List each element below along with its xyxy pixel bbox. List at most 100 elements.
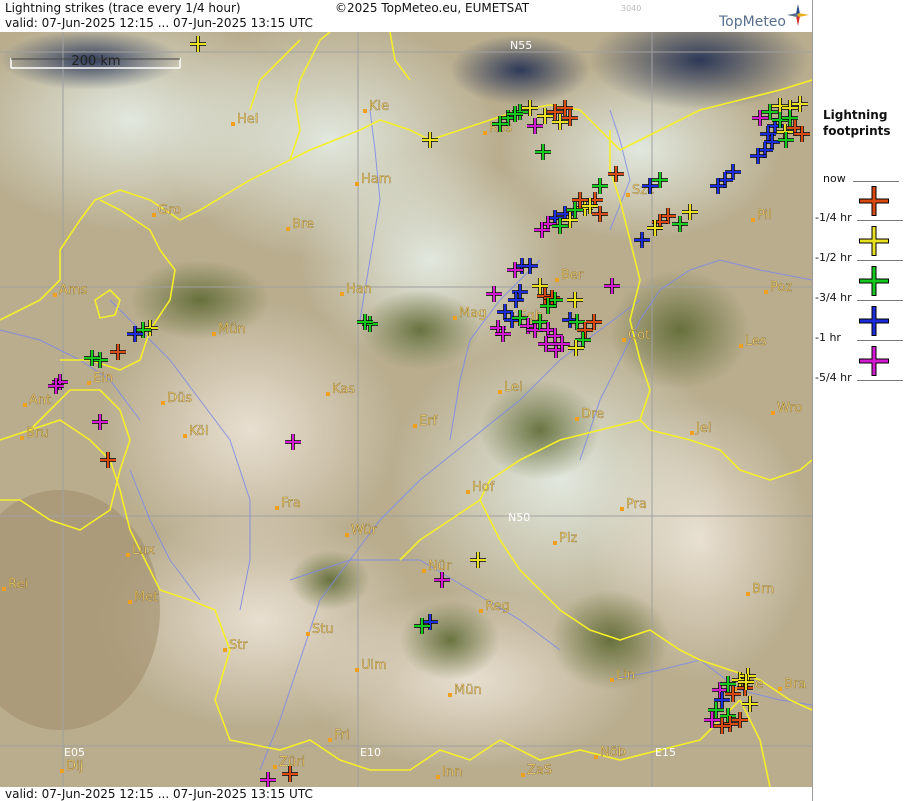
city-label: Nöb xyxy=(600,745,626,760)
city-label: Düs xyxy=(167,391,192,406)
satellite-map[interactable]: 200 km N55N50E05E10E15 HelKieRosHamSzcGr… xyxy=(0,32,812,787)
city-dot xyxy=(128,600,132,604)
city-label: Lux xyxy=(132,543,155,558)
city-label: Ber xyxy=(561,268,584,283)
city-label: Dre xyxy=(581,407,604,422)
city-dot xyxy=(764,290,768,294)
legend-label: -1/2 hr xyxy=(815,251,852,264)
city-label: Cot xyxy=(628,328,650,343)
brand-logo: TopMeteo xyxy=(719,14,786,30)
city-label: Mün xyxy=(454,683,482,698)
city-label: Reg xyxy=(485,599,510,614)
city-dot xyxy=(355,182,359,186)
satellite-background xyxy=(0,32,812,787)
legend-swatch-icon xyxy=(859,186,889,216)
copyright: ©2025 TopMeteo.eu, EUMETSAT xyxy=(335,1,530,15)
header: Lightning strikes (trace every 1/4 hour)… xyxy=(0,0,812,32)
legend-swatch-icon xyxy=(859,226,889,256)
map-title: Lightning strikes (trace every 1/4 hour) xyxy=(5,1,241,15)
legend-title: Lightning footprints xyxy=(823,107,903,139)
city-label: Fra xyxy=(281,496,301,511)
city-label: Ams xyxy=(59,283,88,298)
city-dot xyxy=(622,338,626,342)
grid-label: E05 xyxy=(64,746,85,759)
city-dot xyxy=(183,434,187,438)
product-code: 3040 xyxy=(621,4,642,13)
legend-divider xyxy=(857,220,903,221)
city-label: Ulm xyxy=(361,658,387,673)
city-label: Ein xyxy=(93,371,113,386)
city-dot xyxy=(212,332,216,336)
legend-divider xyxy=(857,380,903,381)
city-label: Nür xyxy=(428,559,452,574)
city-dot xyxy=(161,401,165,405)
city-dot xyxy=(126,553,130,557)
grid-label: N50 xyxy=(508,511,530,524)
city-dot xyxy=(575,417,579,421)
city-label: Met xyxy=(134,590,158,605)
city-label: Ham xyxy=(361,172,391,187)
legend-label: -3/4 hr xyxy=(815,291,852,304)
legend-divider xyxy=(853,181,899,182)
city-dot xyxy=(479,609,483,613)
city-dot xyxy=(223,648,227,652)
city-dot xyxy=(152,213,156,217)
legend-label: -1 hr xyxy=(815,331,841,344)
footer: valid: 07-Jun-2025 12:15 ... 07-Jun-2025… xyxy=(0,787,812,801)
city-dot xyxy=(498,390,502,394)
city-label: Poz xyxy=(770,280,792,295)
city-dot xyxy=(746,592,750,596)
city-dot xyxy=(328,738,332,742)
city-label: Brn xyxy=(752,582,774,597)
city-dot xyxy=(53,293,57,297)
city-label: Züri xyxy=(279,755,305,770)
legend-title-line2: footprints xyxy=(823,124,891,138)
city-dot xyxy=(340,292,344,296)
city-dot xyxy=(422,569,426,573)
city-label: Fri xyxy=(334,728,350,743)
city-label: Jel xyxy=(695,421,711,436)
city-dot xyxy=(553,541,557,545)
city-label: ZaS xyxy=(527,763,552,778)
city-dot xyxy=(521,773,525,777)
city-dot xyxy=(620,507,624,511)
city-label: Wro xyxy=(777,401,802,416)
grid-label: E15 xyxy=(655,746,676,759)
legend-label: -1/4 hr xyxy=(815,211,852,224)
legend-divider xyxy=(857,340,903,341)
city-dot xyxy=(778,687,782,691)
city-dot xyxy=(751,218,755,222)
city-dot xyxy=(60,769,64,773)
city-label: Hel xyxy=(237,112,258,127)
legend-swatch-icon xyxy=(859,266,889,296)
city-label: Erf xyxy=(419,414,438,429)
grid-label: E10 xyxy=(360,746,381,759)
city-label: Stu xyxy=(312,622,334,637)
city-label: Kas xyxy=(332,382,355,397)
city-label: Ant xyxy=(29,393,51,408)
city-label: Pil xyxy=(757,208,772,223)
city-dot xyxy=(594,755,598,759)
compass-icon xyxy=(787,4,809,26)
grid-label: N55 xyxy=(510,39,532,52)
city-label: Bre xyxy=(292,217,314,232)
city-label: Lei xyxy=(504,380,523,395)
city-dot xyxy=(466,490,470,494)
city-label: Les xyxy=(745,334,767,349)
city-dot xyxy=(555,278,559,282)
city-label: Köl xyxy=(189,424,208,439)
city-dot xyxy=(690,431,694,435)
legend-divider xyxy=(857,300,903,301)
scale-label: 200 km xyxy=(71,54,120,69)
city-dot xyxy=(483,131,487,135)
city-label: Bru xyxy=(26,426,49,441)
city-dot xyxy=(610,678,614,682)
city-label: Gro xyxy=(158,203,181,218)
city-dot xyxy=(23,403,27,407)
city-label: Hof xyxy=(472,480,495,495)
city-dot xyxy=(231,122,235,126)
city-dot xyxy=(413,424,417,428)
map-view: { "header": { "title": "Lightning strike… xyxy=(0,0,904,801)
city-label: Inn xyxy=(442,765,462,780)
city-dot xyxy=(273,765,277,769)
